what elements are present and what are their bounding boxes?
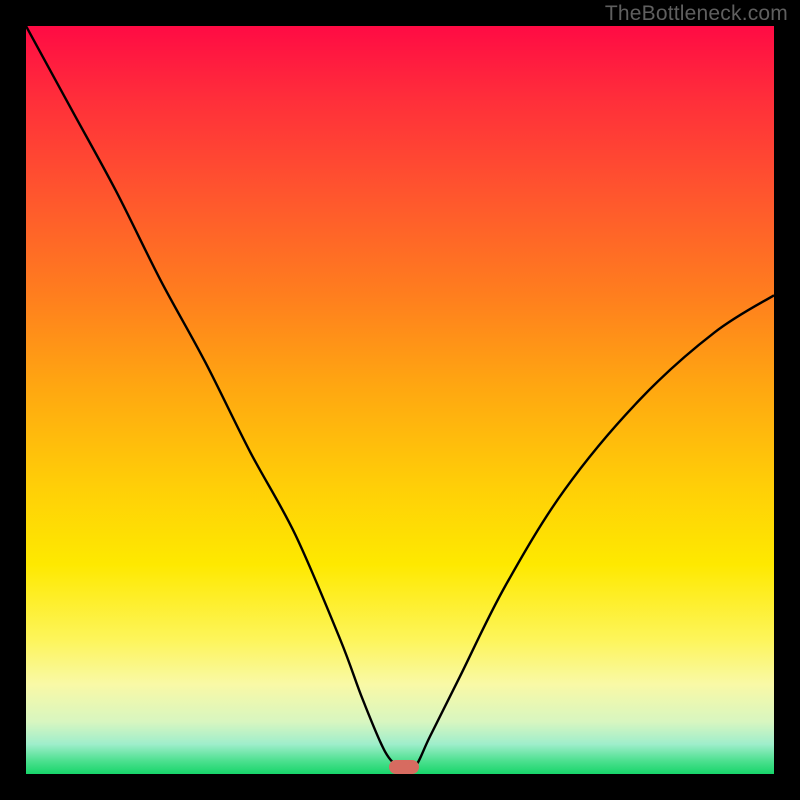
watermark-text: TheBottleneck.com xyxy=(605,2,788,26)
plot-area xyxy=(26,26,774,774)
optimal-marker xyxy=(389,760,419,774)
bottleneck-curve xyxy=(26,26,774,774)
curve-path xyxy=(26,26,774,769)
chart-frame: TheBottleneck.com xyxy=(0,0,800,800)
